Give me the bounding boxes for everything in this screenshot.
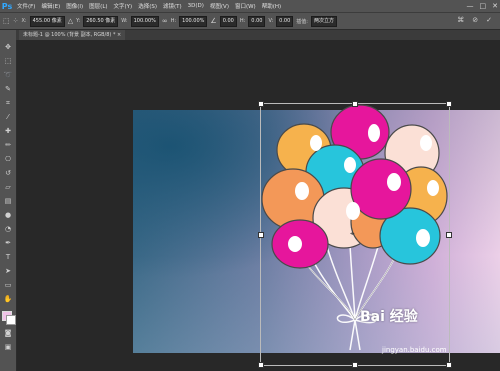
watermark-url: jingyan.baidu.com — [382, 346, 447, 354]
transform-center-crosshair[interactable]: ⌖ — [350, 230, 355, 238]
baidu-jingyan-watermark: Bai 经验 — [360, 309, 418, 325]
transform-handle-top-right[interactable] — [446, 101, 452, 107]
transform-handle-middle-left[interactable] — [258, 232, 264, 238]
transform-handle-bottom-center[interactable] — [352, 362, 358, 368]
transform-bounding-box[interactable] — [260, 103, 450, 366]
transform-handle-bottom-right[interactable] — [446, 362, 452, 368]
transform-handle-top-center[interactable] — [352, 101, 358, 107]
transform-handle-middle-right[interactable] — [446, 232, 452, 238]
transform-handle-top-left[interactable] — [258, 101, 264, 107]
transform-handle-bottom-left[interactable] — [258, 362, 264, 368]
